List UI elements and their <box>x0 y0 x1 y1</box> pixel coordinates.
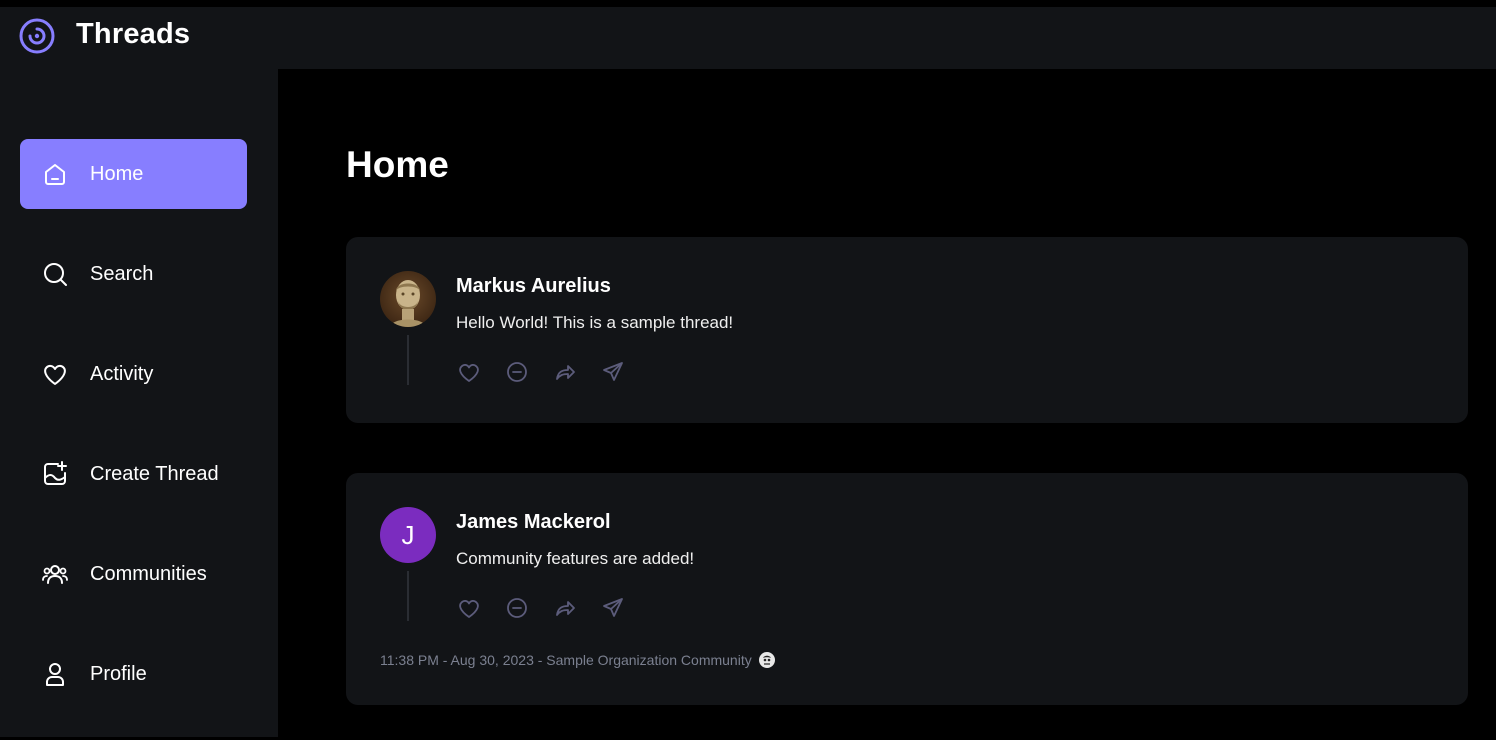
community-logo-icon <box>758 652 775 668</box>
page-title: Home <box>346 144 449 185</box>
share-send-icon[interactable] <box>600 595 626 621</box>
thread-actions <box>456 595 626 621</box>
thread-meta[interactable]: 11:38 PM - Aug 30, 2023 - Sample Organiz… <box>380 651 776 669</box>
avatar[interactable]: J <box>380 507 436 563</box>
sidebar-item-label: Communities <box>90 562 207 585</box>
thread-line <box>407 571 409 621</box>
brand-name[interactable]: Threads <box>76 18 190 51</box>
main-feed: Home Markus Aurelius Hello World! This i… <box>278 69 1496 737</box>
repost-icon[interactable] <box>552 595 578 621</box>
sidebar-item-label: Home <box>90 162 144 185</box>
thread-content: Community features are added! <box>456 549 695 568</box>
sidebar-item-label: Search <box>90 262 154 285</box>
thread-line <box>407 335 409 385</box>
app-frame: Threads Home Search Activity Create Thre… <box>0 0 1496 740</box>
avatar[interactable] <box>380 271 436 327</box>
thread-card: J James Mackerol Community features are … <box>346 473 1468 705</box>
like-heart-icon[interactable] <box>456 359 482 385</box>
communities-icon <box>40 559 70 589</box>
repost-icon[interactable] <box>552 359 578 385</box>
left-sidebar: Home Search Activity Create Thread Commu <box>0 69 278 737</box>
author-name[interactable]: Markus Aurelius <box>456 275 611 298</box>
share-send-icon[interactable] <box>600 359 626 385</box>
home-icon <box>40 159 70 189</box>
thread-actions <box>456 359 626 385</box>
search-icon <box>40 259 70 289</box>
create-thread-icon <box>40 459 70 489</box>
sidebar-item-profile[interactable]: Profile <box>20 639 247 709</box>
sidebar-item-label: Profile <box>90 662 147 685</box>
sidebar-item-label: Create Thread <box>90 462 219 485</box>
sidebar-item-home[interactable]: Home <box>20 139 247 209</box>
author-name[interactable]: James Mackerol <box>456 511 611 534</box>
sidebar-item-search[interactable]: Search <box>20 239 247 309</box>
sidebar-item-activity[interactable]: Activity <box>20 339 247 409</box>
sidebar-item-communities[interactable]: Communities <box>20 539 247 609</box>
reply-comment-icon[interactable] <box>504 595 530 621</box>
thread-meta-text: 11:38 PM - Aug 30, 2023 - Sample Organiz… <box>380 652 752 668</box>
thread-content: Hello World! This is a sample thread! <box>456 313 734 332</box>
sidebar-item-create-thread[interactable]: Create Thread <box>20 439 247 509</box>
reply-comment-icon[interactable] <box>504 359 530 385</box>
sidebar-item-label: Activity <box>90 362 154 385</box>
thread-card: Markus Aurelius Hello World! This is a s… <box>346 237 1468 423</box>
like-heart-icon[interactable] <box>456 595 482 621</box>
heart-icon <box>40 359 70 389</box>
user-icon <box>40 659 70 689</box>
top-bar: Threads <box>0 7 1496 69</box>
threads-logo-icon[interactable] <box>18 17 56 55</box>
